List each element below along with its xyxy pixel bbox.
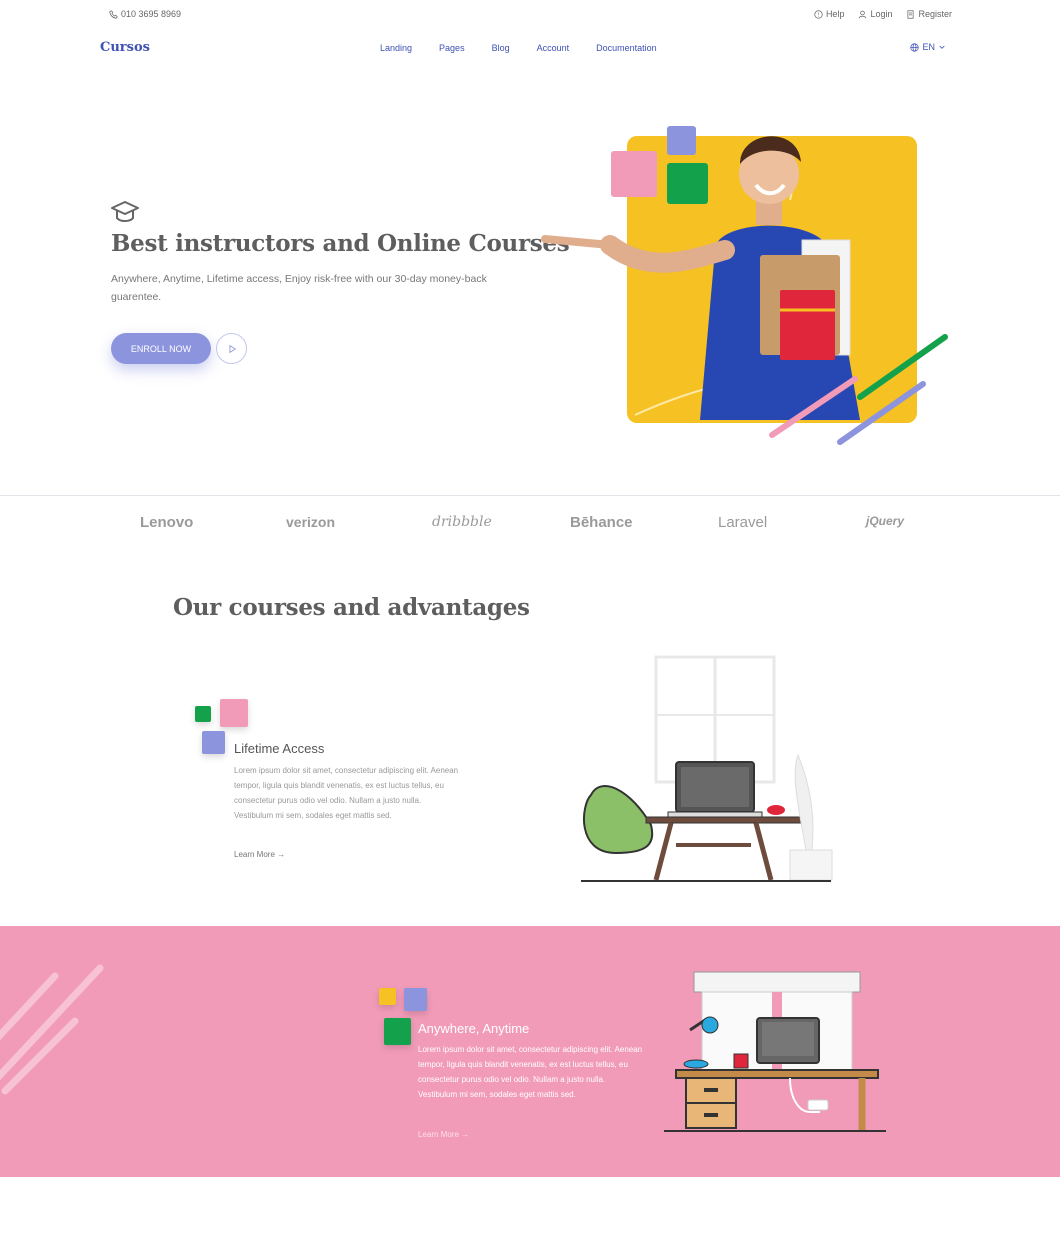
desk-illustration [576,655,846,890]
nav-item-pages[interactable]: Pages [439,43,465,53]
advantages-title: Our courses and advantages [173,594,530,621]
nav-menu: Landing Pages Blog Account Documentation [380,43,657,53]
decor-square-green [195,706,211,722]
globe-icon [910,42,920,52]
hero-illustration [540,100,960,450]
decor-square-green-2 [384,1018,411,1045]
learn-more-link-anywhere-anytime[interactable]: Learn More → [418,1130,469,1139]
decor-square-purple-2 [404,988,427,1011]
top-bar: 010 3695 8969 ! Help Login Register [0,0,1060,30]
register-icon [907,9,914,19]
partner-logo-verizon: verizon [286,514,336,530]
partner-logo-lenovo: Lenovo [140,514,194,531]
user-icon [859,10,867,18]
phone-contact[interactable]: 010 3695 8969 [109,9,181,19]
partner-logo-laravel: Laravel [718,514,768,531]
play-icon [229,344,236,353]
nav-item-landing[interactable]: Landing [380,43,412,53]
partner-logos: Lenovo verizon dribbble Bēhance Laravel … [0,510,1060,538]
decor-stripes [0,964,104,1095]
login-label: Login [870,9,893,19]
nav-item-documentation[interactable]: Documentation [596,43,657,53]
graduation-cap-icon [110,198,140,231]
chevron-down-icon [939,45,945,49]
partner-logo-jquery: jQuery [866,514,905,528]
decor-square-yellow [379,988,396,1005]
enroll-now-button[interactable]: ENROLL NOW [111,333,211,364]
decor-square-pink [220,699,248,727]
play-video-button[interactable] [216,333,247,364]
hero-title: Best instructors and Online Courses [111,230,570,257]
phone-icon [109,9,118,19]
workspace-illustration [660,970,892,1141]
anywhere-anytime-section: Anywhere, Anytime Lorem ipsum dolor sit … [0,926,1060,1177]
partner-logo-behance: Bēhance [570,514,633,531]
feature-body-lifetime-access: Lorem ipsum dolor sit amet, consectetur … [234,766,459,820]
feature-title-anywhere-anytime: Anywhere, Anytime [418,1021,530,1036]
feature-title-lifetime-access: Lifetime Access [234,741,325,756]
main-nav: Cursos Landing Pages Blog Account Docume… [0,30,1060,68]
help-label: Help [825,9,845,19]
register-label: Register [918,9,952,19]
login-link[interactable]: Login [858,9,892,19]
svg-text:!: ! [817,12,819,18]
section-divider [0,495,1060,496]
help-icon: ! [814,9,823,19]
feature-body-anywhere-anytime: Lorem ipsum dolor sit amet, consectetur … [418,1045,643,1099]
help-link[interactable]: ! Help [814,9,845,19]
nav-item-account[interactable]: Account [537,43,570,53]
register-link[interactable]: Register [906,9,952,19]
decor-square-purple [202,731,225,754]
nav-item-blog[interactable]: Blog [492,43,510,53]
logo[interactable]: Cursos [100,40,150,55]
learn-more-link-lifetime-access[interactable]: Learn More → [234,850,285,859]
phone-number: 010 3695 8969 [121,9,182,19]
hero-subtitle: Anywhere, Anytime, Lifetime access, Enjo… [111,273,487,303]
language-label: EN [922,42,935,52]
partner-logo-dribbble: dribbble [432,514,492,530]
language-selector[interactable]: EN [910,42,946,52]
